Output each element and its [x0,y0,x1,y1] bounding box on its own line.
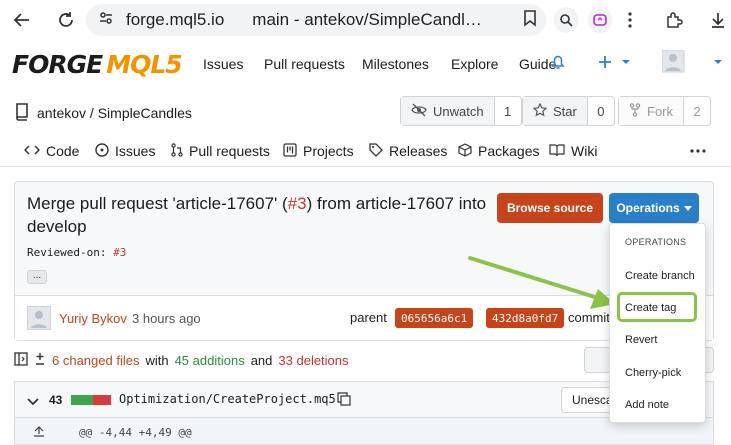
menu-cherry-pick[interactable]: Cherry-pick [625,367,681,379]
menu-revert[interactable]: Revert [625,334,657,346]
operations-menu: OPERATIONS Create branch Create tag Reve… [609,223,706,423]
menu-create-branch[interactable]: Create branch [625,270,695,282]
create-tag-highlight [617,292,697,322]
operations-menu-header: OPERATIONS [625,237,687,247]
menu-add-note[interactable]: Add note [625,399,669,411]
